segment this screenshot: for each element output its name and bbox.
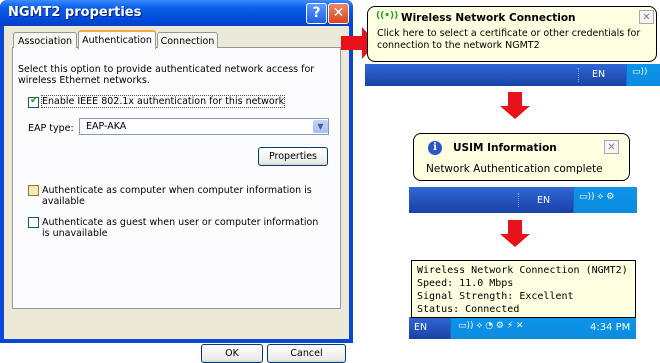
connection-status-tooltip: Wireless Network Connection (NGMT2) Spee…: [411, 260, 636, 318]
wireless-balloon[interactable]: ((•)) Wireless Network Connection ✕ Clic…: [367, 6, 657, 62]
language-indicator[interactable]: EN: [592, 69, 605, 80]
dialog-titlebar[interactable]: NGMT2 properties ? ✕: [0, 0, 353, 26]
tab-association[interactable]: Association: [13, 32, 77, 48]
enable-8021x-checkbox[interactable]: ✔: [28, 95, 39, 108]
balloon-title: USIM Information: [453, 142, 557, 154]
eap-type-label: EAP type:: [28, 123, 74, 134]
tab-connection[interactable]: Connection: [157, 32, 218, 48]
tooltip-line: Wireless Network Connection (NGMT2): [417, 265, 628, 276]
language-indicator[interactable]: EN: [537, 195, 550, 206]
enable-8021x-label[interactable]: Enable IEEE 802.1x authentication for th…: [40, 95, 286, 108]
balloon-text[interactable]: Click here to select a certificate or ot…: [377, 28, 653, 52]
tooltip-line: Status: Connected: [417, 304, 520, 315]
close-icon[interactable]: ✕: [604, 140, 619, 154]
auth-as-computer-label[interactable]: Authenticate as computer when computer i…: [42, 185, 353, 207]
close-button[interactable]: ✕: [328, 3, 349, 24]
tooltip-line: Speed: 11.0 Mbps: [417, 278, 514, 289]
arrow-down-head-icon: [500, 106, 530, 119]
info-icon: i: [428, 141, 442, 155]
wireless-tray-icon[interactable]: ▭)): [632, 67, 648, 77]
tooltip-line: Signal Strength: Excellent: [417, 291, 574, 302]
properties-dialog: NGMT2 properties ? ✕ Association Authent…: [0, 0, 353, 363]
tray-icons[interactable]: ▭)) ⟡ ◔ ⚙ ⚡ ✕: [458, 321, 524, 331]
clock[interactable]: 4:34 PM: [590, 322, 630, 333]
balloon-text: Network Authentication complete: [426, 163, 603, 175]
auth-as-guest-label[interactable]: Authenticate as guest when user or compu…: [42, 217, 322, 239]
dialog-title: NGMT2 properties: [8, 5, 142, 20]
checkmark-icon: ✔: [30, 95, 39, 106]
arrow-down-icon: [508, 220, 522, 234]
chevron-down-icon[interactable]: ▼: [313, 120, 328, 133]
help-button[interactable]: ?: [306, 3, 327, 24]
eap-type-select[interactable]: EAP-AKA ▼: [79, 118, 329, 135]
tray-separator: [518, 193, 520, 207]
network-tray-icon[interactable]: ▭)) ⟡ ⚙: [579, 192, 614, 202]
usim-balloon[interactable]: i USIM Information ✕ Network Authenticat…: [413, 133, 630, 181]
auth-as-guest-checkbox[interactable]: [28, 217, 39, 228]
arrow-down-icon: [508, 92, 522, 106]
auth-as-computer-checkbox[interactable]: [28, 185, 39, 196]
taskbar: [365, 64, 660, 86]
properties-button[interactable]: Properties: [258, 147, 328, 166]
wireless-signal-icon: ((•)): [376, 11, 399, 21]
balloon-title: Wireless Network Connection: [401, 12, 576, 24]
tab-panel-authentication: [12, 47, 341, 309]
tray-separator: [578, 68, 580, 82]
tab-authentication[interactable]: Authentication: [78, 30, 156, 49]
arrow-down-head-icon: [500, 234, 530, 247]
language-indicator[interactable]: EN: [414, 322, 427, 333]
description-text: Select this option to provide authentica…: [18, 64, 315, 86]
cancel-button[interactable]: Cancel: [267, 344, 346, 363]
close-icon[interactable]: ✕: [639, 10, 654, 24]
ok-button[interactable]: OK: [201, 344, 263, 363]
eap-type-value: EAP-AKA: [86, 121, 127, 132]
